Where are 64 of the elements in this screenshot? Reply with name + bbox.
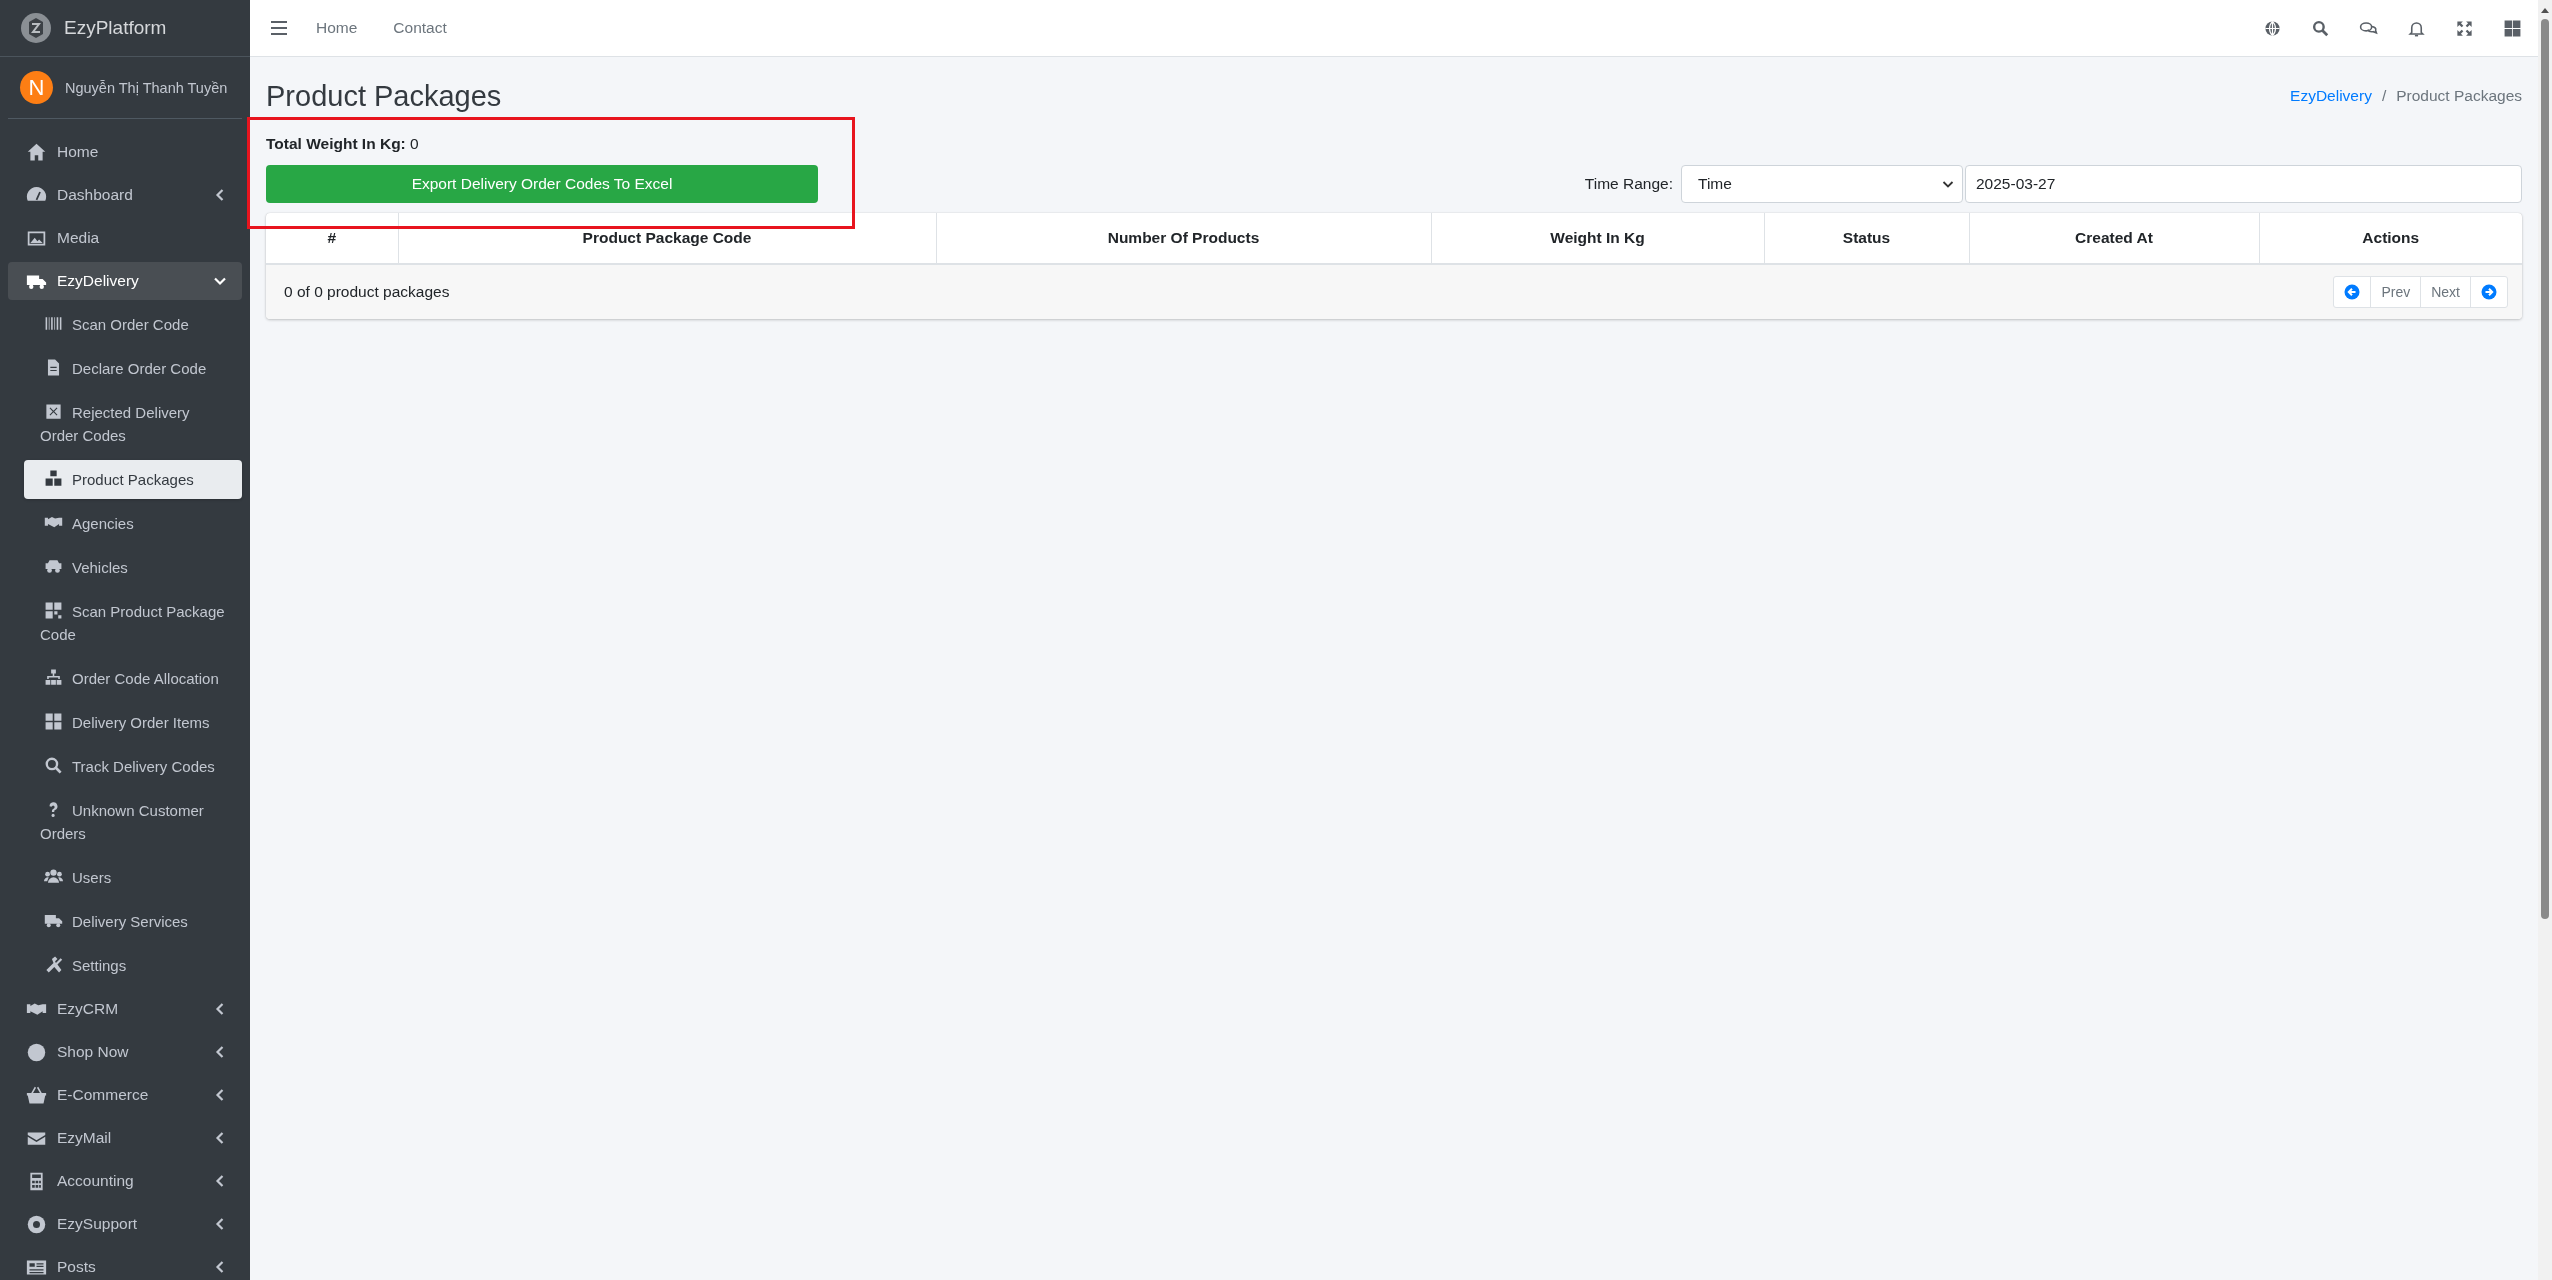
sidebar-subitem[interactable]: Track Delivery Codes: [24, 747, 242, 786]
sidebar-subitem[interactable]: Delivery Services: [24, 902, 242, 941]
scrollbar-thumb[interactable]: [2541, 19, 2549, 919]
car-icon: [44, 557, 63, 576]
total-weight-text: Total Weight In Kg: 0: [266, 135, 420, 153]
hierarchy-icon: [44, 668, 63, 687]
breadcrumb-link[interactable]: EzyDelivery: [2290, 87, 2372, 105]
brand-name[interactable]: EzyPlatform: [64, 17, 167, 39]
menu-icon[interactable]: [270, 20, 288, 36]
sidebar-item[interactable]: Shop Now: [8, 1033, 242, 1071]
sidebar-subitem[interactable]: Unknown Customer Orders: [24, 791, 242, 853]
sidebar-subitem[interactable]: Users: [24, 858, 242, 897]
qr-code-icon: [44, 601, 63, 620]
tools-icon: [44, 955, 63, 974]
sidebar-subitem[interactable]: Rejected Delivery Order Codes: [24, 393, 242, 455]
arrow-right-circle-icon: [2481, 284, 2497, 300]
filter-label: Time Range:: [1584, 175, 1673, 193]
sidebar-item[interactable]: Posts: [8, 1248, 242, 1280]
sidebar-item[interactable]: EzyDelivery: [8, 262, 242, 300]
grid-icon: [44, 712, 63, 731]
grid-icon[interactable]: [2503, 18, 2522, 38]
date-field[interactable]: 2025-03-27: [1965, 165, 2522, 203]
sidebar-subitem[interactable]: Scan Order Code: [24, 305, 242, 344]
sidebar-item[interactable]: Media: [8, 219, 242, 257]
user-avatar: N: [20, 71, 53, 104]
globe-icon[interactable]: [2263, 18, 2282, 38]
page-title: Product Packages: [266, 79, 502, 113]
expand-icon[interactable]: [2455, 18, 2474, 38]
sidebar-item[interactable]: Dashboard: [8, 176, 242, 214]
prev-button[interactable]: Prev: [2371, 277, 2422, 307]
nav-link[interactable]: Home: [316, 19, 358, 37]
sidebar-subitem[interactable]: Order Code Allocation: [24, 659, 242, 698]
nav-link[interactable]: Contact: [393, 19, 447, 37]
sidebar-subitem[interactable]: Product Packages: [24, 460, 242, 499]
house-icon: [26, 141, 47, 163]
sidebar-subitem[interactable]: Declare Order Code: [24, 349, 242, 388]
lifebuoy-icon: [26, 1213, 47, 1235]
breadcrumb-separator: /: [2381, 87, 2387, 105]
search-icon: [44, 756, 63, 775]
sidebar-item[interactable]: EzySupport: [8, 1205, 242, 1243]
sidebar-subitem[interactable]: Vehicles: [24, 548, 242, 587]
basket-icon: [26, 1084, 47, 1106]
arrow-left-circle-icon: [2344, 284, 2361, 300]
record-count: 0 of 0 product packages: [284, 283, 450, 301]
scroll-up-icon[interactable]: [2541, 8, 2549, 13]
sidebar-item[interactable]: EzyMail: [8, 1119, 242, 1157]
sidebar-subitem[interactable]: Delivery Order Items: [24, 703, 242, 742]
sidebar-subitem[interactable]: Agencies: [24, 504, 242, 543]
sidebar-subitem[interactable]: Scan Product Package Code: [24, 592, 242, 654]
time-range-select[interactable]: Time: [1681, 165, 1963, 203]
sidebar-item[interactable]: EzyCRM: [8, 990, 242, 1028]
circle-icon: [26, 1041, 47, 1063]
barcode-icon: [44, 314, 63, 333]
sidebar-item[interactable]: Accounting: [8, 1162, 242, 1200]
logo-icon: [20, 12, 52, 44]
next-button[interactable]: Next: [2421, 277, 2471, 307]
sidebar-item[interactable]: E-Commerce: [8, 1076, 242, 1114]
sidebar-item[interactable]: Home: [8, 133, 242, 171]
boxes-icon: [44, 469, 63, 488]
search-icon[interactable]: [2311, 18, 2330, 38]
sidebar-subitem[interactable]: Settings: [24, 946, 242, 985]
users-icon: [44, 867, 63, 886]
user-name[interactable]: Nguyễn Thị Thanh Tuyền: [65, 79, 228, 96]
breadcrumb-current: Product Packages: [2396, 87, 2522, 105]
